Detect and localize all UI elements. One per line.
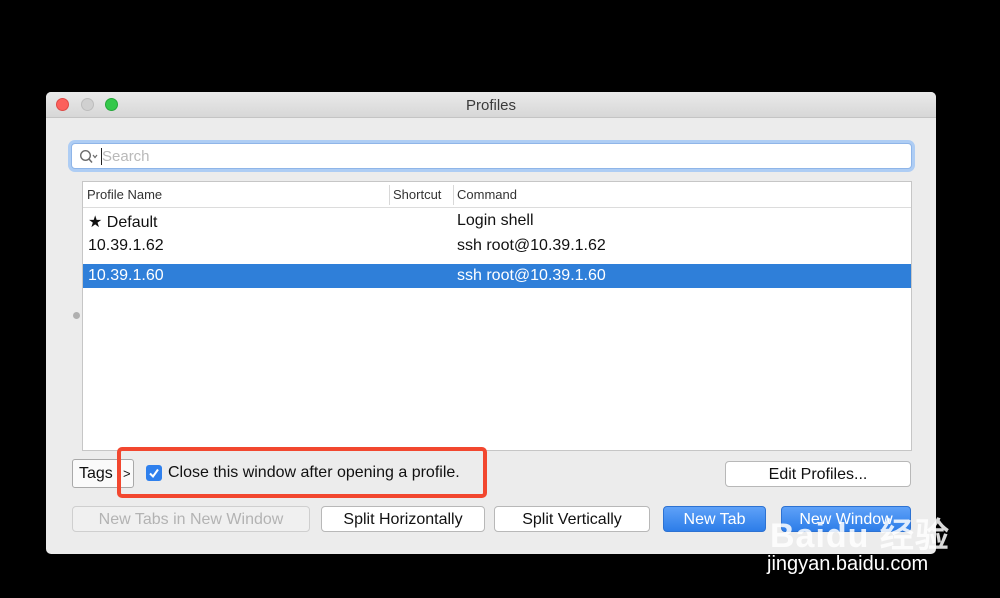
profile-name-cell: 10.39.1.62: [88, 237, 164, 254]
search-icon[interactable]: [79, 149, 99, 165]
column-divider[interactable]: [453, 185, 454, 205]
annotation-highlight-box: [117, 447, 487, 498]
command-cell: ssh root@10.39.1.62: [457, 237, 606, 254]
new-tabs-in-new-window-button[interactable]: New Tabs in New Window: [72, 506, 310, 532]
table-row[interactable]: 10.39.1.62 ssh root@10.39.1.62: [83, 234, 911, 258]
search-field[interactable]: [71, 143, 912, 169]
column-divider[interactable]: [389, 185, 390, 205]
edit-profiles-button[interactable]: Edit Profiles...: [725, 461, 911, 487]
column-header-command[interactable]: Command: [457, 187, 517, 202]
table-row-selected[interactable]: 10.39.1.60 ssh root@10.39.1.60: [83, 264, 911, 288]
profile-name-cell: ★ Default: [88, 214, 158, 231]
command-cell: Login shell: [457, 212, 534, 229]
search-input[interactable]: [102, 147, 902, 166]
table-header: Profile Name Shortcut Command: [83, 182, 911, 208]
split-vertically-button[interactable]: Split Vertically: [494, 506, 650, 532]
table-row[interactable]: ★ Default Login shell: [83, 209, 911, 233]
resize-handle[interactable]: [73, 312, 80, 319]
command-cell: ssh root@10.39.1.60: [457, 267, 606, 284]
column-header-profile-name[interactable]: Profile Name: [87, 187, 162, 202]
profiles-table: Profile Name Shortcut Command ★ Default …: [82, 181, 912, 451]
profiles-window: Profiles Profile Name Shortcut Command ★…: [46, 92, 936, 554]
title-bar[interactable]: Profiles: [46, 92, 936, 118]
split-horizontally-button[interactable]: Split Horizontally: [321, 506, 485, 532]
baidu-watermark-url: jingyan.baidu.com: [767, 553, 929, 575]
window-title: Profiles: [465, 97, 517, 114]
new-tab-button[interactable]: New Tab: [663, 506, 766, 532]
tags-label: Tags: [79, 465, 113, 482]
column-header-shortcut[interactable]: Shortcut: [393, 187, 441, 202]
profile-name-cell: 10.39.1.60: [88, 267, 164, 284]
baidu-watermark-logo: Baidu 经验: [770, 517, 950, 555]
